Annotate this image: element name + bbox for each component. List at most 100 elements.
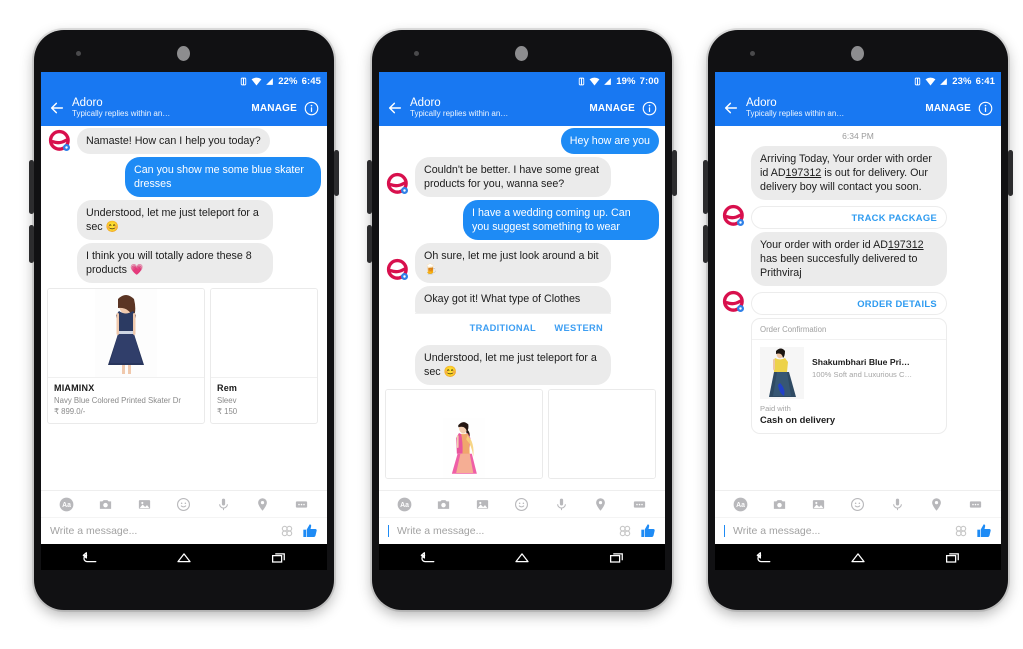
home-nav-icon[interactable] bbox=[849, 550, 867, 565]
message-bubble[interactable]: Understood, let me just teleport for a s… bbox=[415, 344, 611, 385]
recents-nav-icon[interactable] bbox=[944, 550, 962, 565]
bot-avatar[interactable] bbox=[47, 128, 73, 154]
adoro-logo-icon bbox=[722, 291, 745, 313]
back-arrow-icon[interactable] bbox=[49, 100, 65, 116]
product-card[interactable] bbox=[385, 389, 543, 480]
thumbs-up-icon[interactable] bbox=[976, 523, 992, 539]
signal-icon bbox=[940, 77, 948, 85]
message-bubble[interactable]: Okay got it! What type of Clothes bbox=[415, 286, 611, 313]
order-details-button[interactable]: ORDER DETAILS bbox=[751, 292, 947, 316]
volume-down-button[interactable] bbox=[29, 225, 34, 263]
product-carousel-2[interactable] bbox=[379, 386, 665, 480]
message-bubble[interactable]: Couldn't be better. I have some great pr… bbox=[415, 156, 611, 197]
microphone-icon[interactable] bbox=[890, 497, 905, 512]
gallery-icon[interactable] bbox=[475, 497, 490, 512]
thumbs-up-icon[interactable] bbox=[640, 523, 656, 539]
location-icon[interactable] bbox=[593, 497, 608, 512]
more-apps-icon[interactable] bbox=[632, 497, 647, 512]
quick-reply-traditional[interactable]: TRADITIONAL bbox=[470, 323, 536, 333]
message-bubble[interactable]: I have a wedding coming up. Can you sugg… bbox=[463, 199, 659, 241]
bot-avatar[interactable] bbox=[721, 289, 747, 315]
bot-avatar[interactable] bbox=[385, 171, 411, 197]
back-arrow-icon[interactable] bbox=[387, 100, 403, 116]
thumbs-up-icon[interactable] bbox=[302, 523, 318, 539]
quick-reply-western[interactable]: WESTERN bbox=[554, 323, 603, 333]
emoji-icon[interactable] bbox=[176, 497, 191, 512]
volume-button[interactable] bbox=[29, 160, 34, 214]
back-nav-icon[interactable] bbox=[754, 550, 772, 565]
location-icon[interactable] bbox=[929, 497, 944, 512]
emoji-icon[interactable] bbox=[514, 497, 529, 512]
stickers-icon[interactable] bbox=[280, 524, 294, 538]
product-card[interactable] bbox=[548, 389, 656, 480]
manage-button-1[interactable]: MANAGE bbox=[251, 103, 297, 114]
power-button[interactable] bbox=[334, 150, 339, 196]
message-input-2[interactable]: Write a message... bbox=[397, 525, 610, 537]
product-card[interactable]: Rem Sleev ₹ 150 bbox=[210, 287, 318, 424]
emoji-icon[interactable] bbox=[850, 497, 865, 512]
back-arrow-icon[interactable] bbox=[723, 100, 739, 116]
power-button[interactable] bbox=[1008, 150, 1013, 196]
conversation-title-block-3[interactable]: Adoro Typically replies within an… bbox=[746, 97, 918, 118]
info-icon-1[interactable] bbox=[304, 101, 319, 116]
conversation-name-3: Adoro bbox=[746, 97, 777, 110]
more-apps-icon[interactable] bbox=[294, 497, 309, 512]
message-list-1[interactable]: Namaste! How can I help you today? Can y… bbox=[41, 126, 327, 490]
manage-button-2[interactable]: MANAGE bbox=[589, 103, 635, 114]
gallery-icon[interactable] bbox=[811, 497, 826, 512]
back-nav-icon[interactable] bbox=[80, 550, 98, 565]
product-card[interactable]: MIAMINX Navy Blue Colored Printed Skater… bbox=[47, 287, 205, 424]
gallery-icon[interactable] bbox=[137, 497, 152, 512]
home-nav-icon[interactable] bbox=[175, 550, 193, 565]
volume-down-button[interactable] bbox=[703, 225, 708, 263]
power-button[interactable] bbox=[672, 150, 677, 196]
conversation-title-block-1[interactable]: Adoro Typically replies within an… bbox=[72, 97, 244, 118]
message-bubble[interactable]: Can you show me some blue skater dresses bbox=[125, 156, 321, 197]
camera-icon[interactable] bbox=[436, 497, 451, 512]
camera-icon[interactable] bbox=[98, 497, 113, 512]
message-bubble[interactable]: Namaste! How can I help you today? bbox=[77, 127, 270, 154]
message-input-row-2[interactable]: Write a message... bbox=[379, 517, 665, 544]
info-icon-3[interactable] bbox=[978, 101, 993, 116]
bot-avatar[interactable] bbox=[721, 203, 747, 229]
location-icon[interactable] bbox=[255, 497, 270, 512]
phone-screen-1: 22% 6:45 Adoro Typically replies within … bbox=[41, 72, 327, 544]
product-carousel-1[interactable]: MIAMINX Navy Blue Colored Printed Skater… bbox=[41, 285, 327, 424]
volume-down-button[interactable] bbox=[367, 225, 372, 263]
stickers-icon[interactable] bbox=[954, 524, 968, 538]
recents-nav-icon[interactable] bbox=[270, 550, 288, 565]
message-bubble[interactable]: I think you will totally adore these 8 p… bbox=[77, 243, 273, 284]
message-bubble[interactable]: Oh sure, let me just look around a bit 🍺 bbox=[415, 243, 611, 284]
volume-button[interactable] bbox=[367, 160, 372, 214]
back-nav-icon[interactable] bbox=[418, 550, 436, 565]
microphone-icon[interactable] bbox=[216, 497, 231, 512]
stickers-icon[interactable] bbox=[618, 524, 632, 538]
navy-skater-dress-photo bbox=[95, 288, 157, 377]
manage-button-3[interactable]: MANAGE bbox=[925, 103, 971, 114]
message-bubble[interactable]: Arriving Today, Your order with order id… bbox=[751, 145, 947, 200]
text-format-icon[interactable]: Aa bbox=[59, 497, 74, 512]
text-format-icon[interactable]: Aa bbox=[733, 497, 748, 512]
message-list-2[interactable]: Hey how are you Couldn't be better. I ha… bbox=[379, 126, 665, 490]
home-nav-icon[interactable] bbox=[513, 550, 531, 565]
message-input-1[interactable]: Write a message... bbox=[50, 525, 272, 537]
message-bubble[interactable]: Hey how are you bbox=[560, 127, 659, 154]
microphone-icon[interactable] bbox=[554, 497, 569, 512]
message-input-3[interactable]: Write a message... bbox=[733, 525, 946, 537]
message-list-3[interactable]: 6:34 PM Arriving Today, Your order with … bbox=[715, 126, 1001, 490]
message-bubble[interactable]: Understood, let me just teleport for a s… bbox=[77, 199, 273, 241]
conversation-name-2: Adoro bbox=[410, 97, 441, 110]
order-confirmation-card[interactable]: Order Confirmation Shakumbhari Blue Pri…… bbox=[751, 318, 947, 435]
conversation-title-block-2[interactable]: Adoro Typically replies within an… bbox=[410, 97, 582, 118]
info-icon-2[interactable] bbox=[642, 101, 657, 116]
message-input-row-1[interactable]: Write a message... bbox=[41, 517, 327, 544]
message-input-row-3[interactable]: Write a message... bbox=[715, 517, 1001, 544]
bot-avatar[interactable] bbox=[385, 257, 411, 283]
volume-button[interactable] bbox=[703, 160, 708, 214]
camera-icon[interactable] bbox=[772, 497, 787, 512]
recents-nav-icon[interactable] bbox=[608, 550, 626, 565]
message-bubble[interactable]: Your order with order id AD197312 has be… bbox=[751, 231, 947, 287]
more-apps-icon[interactable] bbox=[968, 497, 983, 512]
text-format-icon[interactable]: Aa bbox=[397, 497, 412, 512]
track-package-button[interactable]: TRACK PACKAGE bbox=[751, 205, 947, 229]
